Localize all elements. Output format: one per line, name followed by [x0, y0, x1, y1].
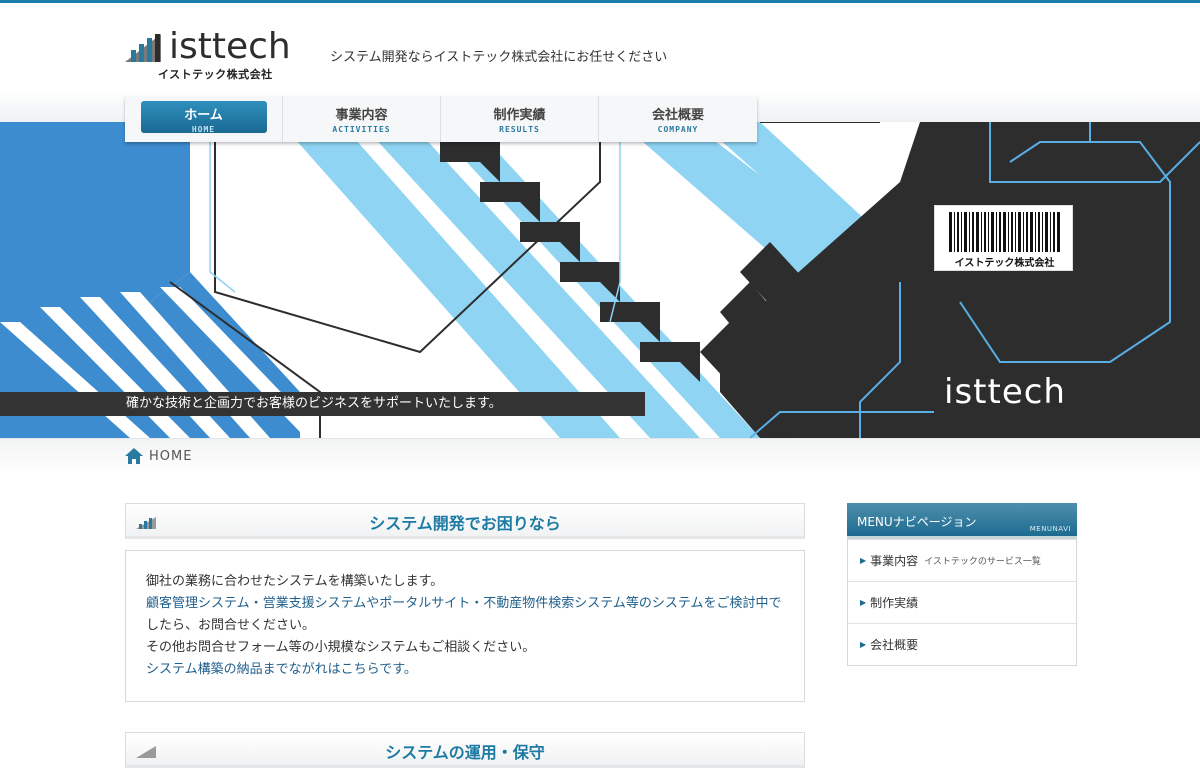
body-line: したら、お問合せください。 [146, 618, 316, 633]
body-line: 御社の業務に合わせたシステムを構築いたします。 [146, 574, 444, 589]
sidebar-item-company[interactable]: ▶ 会社概要 [848, 623, 1076, 665]
sidebar-heading: MENUナビページョン MENUNAVI [847, 503, 1077, 539]
body-line: その他お問合せフォーム等の小規模なシステムもご相談ください。 [146, 640, 536, 655]
nav-sublabel: RESULTS [499, 125, 540, 134]
nav-label: 会社概要 [651, 108, 704, 123]
site-logo[interactable]: isttech イストテック株式会社 [125, 26, 305, 82]
logo-company-name: イストテック株式会社 [158, 68, 273, 81]
sidebar-item-sublabel: イストテックのサービス一覧 [924, 557, 1041, 567]
sidebar-item-activities[interactable]: ▶ 事業内容 イストテックのサービス一覧 [848, 539, 1076, 581]
breadcrumb: HOME [125, 448, 192, 464]
hero-caption: 確かな技術と企画力でお客様のビジネスをサポートいたします。 [0, 392, 645, 416]
nav-label: 制作実績 [493, 108, 546, 123]
nav-item-home[interactable]: ホーム HOME [125, 96, 283, 142]
nav-item-results[interactable]: 制作実績 RESULTS [441, 96, 599, 142]
sidebar-item-results[interactable]: ▶ 制作実績 [848, 581, 1076, 623]
sidebar-item-label: 制作実績 [870, 596, 919, 610]
section-title: システムの運用・保守 [385, 743, 545, 762]
section-title: システム開発でお困りなら [369, 514, 561, 533]
body-link-flow[interactable]: システム構築の納品までながれはこちらです。 [146, 659, 784, 681]
barcode-icon [949, 212, 1060, 252]
triangle-right-icon: ▶ [860, 556, 867, 565]
hero-brand-text: isttech [944, 372, 1066, 412]
sidebar-item-label: 会社概要 [870, 638, 919, 652]
logo-wordmark: isttech [169, 26, 291, 67]
sidebar-subtitle: MENUNAVI [1029, 525, 1071, 533]
sidebar-list: ▶ 事業内容 イストテックのサービス一覧 ▶ 制作実績 ▶ 会社概要 [847, 539, 1077, 666]
global-nav: ホーム HOME 事業内容 ACTIVITIES 制作実績 RESULTS 会社… [125, 96, 757, 142]
triangle-right-icon: ▶ [860, 640, 867, 649]
hero-brand-block: isttech [934, 370, 1200, 416]
logo-bars-icon [125, 34, 161, 62]
nav-sublabel: HOME [191, 125, 216, 134]
nav-item-company[interactable]: 会社概要 COMPANY [599, 96, 757, 142]
section-body-system-dev: 御社の業務に合わせたシステムを構築いたします。 顧客管理システム・営業支援システ… [125, 550, 805, 702]
section-heading-operation: システムの運用・保守 [125, 732, 805, 768]
breadcrumb-home[interactable]: HOME [149, 449, 192, 464]
nav-item-activities[interactable]: 事業内容 ACTIVITIES [283, 96, 441, 142]
top-accent-rule [0, 0, 1200, 3]
barcode-label: イストテック株式会社 [954, 258, 1055, 269]
sidebar-menu: MENUナビページョン MENUNAVI ▶ 事業内容 イストテックのサービス一… [847, 503, 1077, 666]
triangle-right-icon: ▶ [860, 598, 867, 607]
home-icon [125, 448, 143, 464]
header-tagline: システム開発ならイストテック株式会社にお任せください [330, 50, 668, 65]
body-link-systems[interactable]: 顧客管理システム・営業支援システムやポータルサイト・不動産物件検索システム等のシ… [146, 593, 784, 615]
nav-label: 事業内容 [335, 108, 388, 123]
nav-sublabel: ACTIVITIES [332, 125, 391, 134]
sidebar-title: MENUナビページョン [857, 515, 977, 529]
section-heading-system-dev: システム開発でお困りなら [125, 503, 805, 539]
barcode-badge: イストテック株式会社 [934, 205, 1073, 271]
nav-label: ホーム [184, 108, 223, 123]
sidebar-item-label: 事業内容 [870, 554, 919, 568]
nav-sublabel: COMPANY [657, 125, 699, 134]
